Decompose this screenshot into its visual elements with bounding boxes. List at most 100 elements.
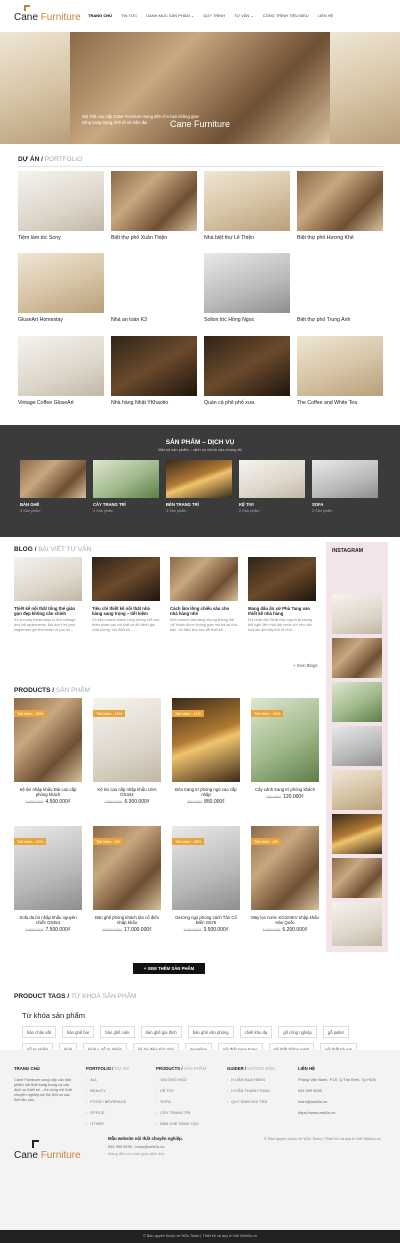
footer-link[interactable]: H.DẪN MUA HÀNG (227, 1077, 291, 1082)
nav-home[interactable]: TRANG CHỦ (88, 13, 112, 18)
footer-link[interactable]: FOOD / BEVERAGE (86, 1099, 146, 1104)
service-name[interactable]: BÀN GHẾ (20, 502, 86, 507)
footer-link[interactable]: OTHER (86, 1121, 146, 1126)
product-card[interactable]: Tiết kiệm: -35% Giường ngủ phong cách Tân… (172, 826, 240, 933)
project-card[interactable]: Nhà hàng Nhật YKhaotio (111, 336, 197, 406)
product-image[interactable]: Tiết kiệm: -20% (14, 698, 82, 782)
product-image[interactable]: Tiết kiệm: -35% (172, 826, 240, 910)
footer-link[interactable]: BÀN CHẾ SÁNG TẠO (156, 1121, 220, 1126)
footer-link[interactable]: CÂY TRANG TRÍ (156, 1110, 220, 1115)
service-name[interactable]: CÂY TRANG TRÍ (93, 502, 159, 507)
product-card[interactable]: Tiết kiệm: -20% Cây cảnh trang trí phòng … (251, 698, 319, 800)
blog-card[interactable]: Cách làm lồng chiếu sâu cho nhà hàng nhỏ… (170, 557, 238, 632)
product-name[interactable]: Cây cảnh trang trí phòng khách (251, 787, 319, 792)
blog-title[interactable]: Cách làm lồng chiếu sâu cho nhà hàng nhỏ (170, 606, 238, 616)
product-image[interactable]: Tiết kiệm: -4% (251, 826, 319, 910)
instagram-image[interactable] (332, 770, 382, 810)
footer-link[interactable]: KỆ TIVI (156, 1088, 220, 1093)
instagram-image[interactable] (332, 638, 382, 678)
instagram-image[interactable] (332, 858, 382, 898)
service-card[interactable]: SOFA 2 Sản phẩm (312, 460, 378, 513)
product-card[interactable]: Tiết kiệm: -11% Đèn trang trí phòng ngủ c… (172, 698, 240, 805)
blog-card[interactable]: Mang dấu ấn xứ Phù Tang vào thiết kế nhà… (248, 557, 316, 632)
project-card[interactable]: Nhà an toàn K3 (111, 253, 197, 323)
service-card[interactable]: ĐÈN TRANG TRÍ 3 Sản phẩm (166, 460, 232, 513)
blog-card[interactable]: Tiêu chí thiết kế nội thất nhà hàng sang… (92, 557, 160, 632)
product-name[interactable]: Kệ tivi cao cấp nhập khẩu USA GS344 (93, 787, 161, 797)
more-products-button[interactable]: + XEM THÊM SẢN PHẨM (133, 963, 205, 974)
product-card[interactable]: Tiết kiệm: -16% Kệ tivi cao cấp nhập khẩu… (93, 698, 161, 805)
tag-link[interactable]: gỗ công nghiệp (278, 1026, 317, 1038)
footer-link[interactable]: BEAUTY (86, 1088, 146, 1093)
footer-phone[interactable]: 094 999 9295 (298, 1088, 388, 1093)
instagram-image[interactable] (332, 682, 382, 722)
project-card[interactable]: Tiệm làm tóc Sony (18, 171, 104, 241)
footer-website[interactable]: https://www.web2s.vn (298, 1110, 388, 1115)
project-title[interactable]: Quán cà phê phố xưa (204, 400, 290, 406)
project-title[interactable]: Sollon tóc Hồng Ngọc (204, 317, 290, 323)
service-card[interactable]: CÂY TRANG TRÍ 2 Sản phẩm (93, 460, 159, 513)
project-card[interactable]: Nhà biệt thự Lê Thiện (204, 171, 290, 241)
blog-title[interactable]: Tiêu chí thiết kế nội thất nhà hàng sang… (92, 606, 160, 616)
product-image[interactable]: Tiết kiệm: -16% (93, 698, 161, 782)
product-name[interactable]: Máy lọc nước KG104KV nhập khẩu Hàn Quốc (251, 915, 319, 925)
nav-consult[interactable]: TƯ VẤN ⌄ (234, 13, 254, 18)
product-name[interactable]: Bàn ghế phòng khách tân cổ điển nhập khẩ… (93, 915, 161, 925)
tag-link[interactable]: bàn ghế văn phòng (187, 1026, 234, 1038)
blog-title[interactable]: Thiết kế nội thất tổng thể giản gọn đẹp … (14, 606, 82, 616)
project-card[interactable]: Vintage Coffee GluseArt (18, 336, 104, 406)
project-title[interactable]: Tiệm làm tóc Sony (18, 235, 104, 241)
product-name[interactable]: Giường ngủ phong cách Tân Cổ Điển G576 (172, 915, 240, 925)
product-card[interactable]: Tiết kiệm: -6% Bàn ghế phòng khách tân cổ… (93, 826, 161, 933)
nav-news[interactable]: TIN TỨC (121, 13, 137, 18)
project-card[interactable]: The Coffee and White Tea (297, 336, 383, 406)
tag-link[interactable]: chiết khu dạ (239, 1026, 273, 1038)
service-name[interactable]: ĐÈN TRANG TRÍ (166, 502, 232, 507)
nav-contact[interactable]: LIÊN HỆ (318, 13, 334, 18)
tag-link[interactable]: bàn ghế gia đình (140, 1026, 182, 1038)
more-blogs-link[interactable]: + Xem Blogs (293, 663, 317, 668)
product-image[interactable]: Tiết kiệm: -20% (251, 698, 319, 782)
footer-email[interactable]: hotro@web2s.vn (298, 1099, 388, 1104)
project-title[interactable]: Biệt thự phố Trung Anh (297, 317, 383, 323)
blog-title[interactable]: Mang dấu ấn xứ Phù Tang vào thiết kế nhà… (248, 606, 316, 616)
footer-link[interactable]: OFFICE (86, 1110, 146, 1115)
tag-link[interactable]: bàn chân sắt (22, 1026, 56, 1038)
site-logo[interactable]: Cane Furniture (14, 12, 81, 23)
product-image[interactable]: Tiết kiệm: -23% (14, 826, 82, 910)
product-card[interactable]: Tiết kiệm: -23% Sofa da bò nhập khẩu nguy… (14, 826, 82, 933)
footer-link[interactable]: SOFA (156, 1099, 220, 1104)
service-card[interactable]: KỆ TIVI 2 Sản phẩm (239, 460, 305, 513)
nav-process[interactable]: QUY TRÌNH (203, 13, 225, 18)
service-card[interactable]: BÀN GHẾ 3 Sản phẩm (20, 460, 86, 513)
product-image[interactable]: Tiết kiệm: -11% (172, 698, 240, 782)
footer-link[interactable]: GIƯỜNG NGỦ (156, 1077, 220, 1082)
instagram-image[interactable] (332, 594, 382, 634)
project-card[interactable]: Biệt thự phố Xuân Thiện (111, 171, 197, 241)
product-card[interactable]: Tiết kiệm: -20% Kệ tivi nhập khẩu Đài cao… (14, 698, 82, 805)
project-title[interactable]: Vintage Coffee GluseArt (18, 400, 104, 406)
project-card[interactable]: Biệt thự phố Trung Anh (297, 253, 383, 323)
product-name[interactable]: Sofa da bò nhập khẩu nguyên chiếc G5454 (14, 915, 82, 925)
footer-logo[interactable]: Cane Furniture (14, 1150, 81, 1161)
nav-categories[interactable]: DANH MỤC SẢN PHẨM ⌄ (146, 13, 194, 18)
project-card[interactable]: GluseArt Homestay (18, 253, 104, 323)
service-name[interactable]: SOFA (312, 502, 378, 507)
product-image[interactable]: Tiết kiệm: -6% (93, 826, 161, 910)
footer-link[interactable]: QUY ĐỊNH ĐỔI TRẢ (227, 1099, 291, 1104)
project-card[interactable]: Biệt thự phố Hương Khê (297, 171, 383, 241)
nav-projects[interactable]: CÔNG TRÌNH TIÊU BIỂU (263, 13, 309, 18)
project-card[interactable]: Sollon tóc Hồng Ngọc (204, 253, 290, 323)
project-title[interactable]: Biệt thự phố Hương Khê (297, 235, 383, 241)
instagram-image[interactable] (332, 814, 382, 854)
instagram-image[interactable] (332, 726, 382, 766)
blog-card[interactable]: Thiết kế nội thất tổng thể giản gọn đẹp … (14, 557, 82, 632)
project-title[interactable]: The Coffee and White Tea (297, 400, 383, 406)
product-name[interactable]: Kệ tivi nhập khẩu Đài cao cấp phòng khác… (14, 787, 82, 797)
tag-link[interactable]: bàn ghế bar (61, 1026, 95, 1038)
footer-link[interactable]: H.DẪN THANH TOÁN (227, 1088, 291, 1093)
project-card[interactable]: Quán cà phê phố xưa (204, 336, 290, 406)
footer-link[interactable]: ALL (86, 1077, 146, 1082)
project-title[interactable]: Nhà hàng Nhật YKhaotio (111, 400, 197, 406)
tag-link[interactable]: bàn ghế cafe (100, 1026, 135, 1038)
